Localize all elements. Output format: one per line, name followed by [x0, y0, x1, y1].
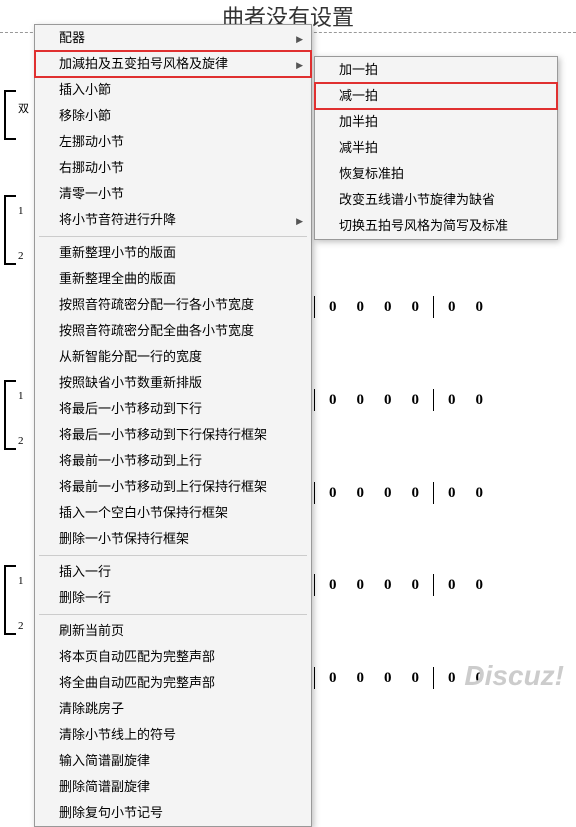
menu-item[interactable]: 刷新当前页: [35, 618, 311, 644]
menu-item[interactable]: 移除小節: [35, 103, 311, 129]
menu-separator: [39, 236, 307, 237]
rest-note: 0: [412, 392, 420, 409]
barline: [314, 296, 315, 318]
rest-note: 0: [448, 485, 456, 502]
left-label: 2: [18, 250, 24, 262]
watermark: Discuz!: [464, 660, 564, 692]
rest-note: 0: [329, 577, 337, 594]
rest-note: 0: [412, 577, 420, 594]
rest-note: 0: [384, 392, 392, 409]
bracket-shape: [4, 90, 16, 140]
rest-note: 0: [412, 485, 420, 502]
menu-item[interactable]: 将本页自动匹配为完整声部: [35, 644, 311, 670]
menu-item[interactable]: 删除简谱副旋律: [35, 774, 311, 800]
bracket-shape: [4, 195, 16, 265]
left-label: 双: [18, 100, 29, 116]
menu-item[interactable]: 加減拍及五变拍号风格及旋律: [35, 51, 311, 77]
submenu-item[interactable]: 改变五线谱小节旋律为缺省: [315, 187, 557, 213]
left-label: 1: [18, 205, 24, 217]
menu-item[interactable]: 输入简谱副旋律: [35, 748, 311, 774]
rest-note: 0: [476, 299, 484, 316]
left-label: 2: [18, 620, 24, 632]
menu-item[interactable]: 插入小節: [35, 77, 311, 103]
rest-note: 0: [448, 577, 456, 594]
barline: [433, 482, 434, 504]
rest-note: 0: [448, 299, 456, 316]
menu-separator: [39, 614, 307, 615]
menu-item[interactable]: 按照缺省小节数重新排版: [35, 370, 311, 396]
rest-note: 0: [357, 670, 365, 687]
rest-note: 0: [384, 577, 392, 594]
menu-item[interactable]: 将最后一小节移动到下行: [35, 396, 311, 422]
left-brackets: 双 1 2 1 2 1 2: [0, 60, 30, 702]
menu-item[interactable]: 将最前一小节移动到上行: [35, 448, 311, 474]
bracket-shape: [4, 380, 16, 450]
menu-item[interactable]: 清零一小节: [35, 181, 311, 207]
menu-item[interactable]: 清除小节线上的符号: [35, 722, 311, 748]
rest-note: 0: [384, 485, 392, 502]
left-label: 1: [18, 390, 24, 402]
rest-note: 0: [412, 299, 420, 316]
barline: [433, 389, 434, 411]
menu-item[interactable]: 清除跳房子: [35, 696, 311, 722]
menu-item[interactable]: 将小节音符进行升降: [35, 207, 311, 233]
menu-item[interactable]: 删除复句小节记号: [35, 800, 311, 826]
rest-note: 0: [476, 392, 484, 409]
rest-note: 0: [448, 670, 456, 687]
rest-note: 0: [384, 299, 392, 316]
left-label: 1: [18, 575, 24, 587]
menu-item[interactable]: 从新智能分配一行的宽度: [35, 344, 311, 370]
rest-note: 0: [384, 670, 392, 687]
menu-item[interactable]: 重新整理小节的版面: [35, 240, 311, 266]
menu-item[interactable]: 按照音符疏密分配一行各小节宽度: [35, 292, 311, 318]
menu-item[interactable]: 重新整理全曲的版面: [35, 266, 311, 292]
menu-item[interactable]: 插入一行: [35, 559, 311, 585]
menu-item[interactable]: 将最前一小节移动到上行保持行框架: [35, 474, 311, 500]
rest-note: 0: [329, 299, 337, 316]
menu-item[interactable]: 删除一行: [35, 585, 311, 611]
rest-note: 0: [357, 299, 365, 316]
menu-separator: [39, 555, 307, 556]
menu-item[interactable]: 配器: [35, 25, 311, 51]
submenu-item[interactable]: 加一拍: [315, 57, 557, 83]
menu-item[interactable]: 插入一个空白小节保持行框架: [35, 500, 311, 526]
rest-note: 0: [329, 392, 337, 409]
submenu-item[interactable]: 减一拍: [315, 83, 557, 109]
submenu-item[interactable]: 切换五拍号风格为简写及标准: [315, 213, 557, 239]
barline: [314, 389, 315, 411]
main-context-menu: 配器加減拍及五变拍号风格及旋律插入小節移除小節左挪动小节右挪动小节清零一小节将小…: [34, 24, 312, 827]
barline: [314, 667, 315, 689]
sub-context-menu: 加一拍减一拍加半拍减半拍恢复标准拍改变五线谱小节旋律为缺省切换五拍号风格为简写及…: [314, 56, 558, 240]
menu-item[interactable]: 将最后一小节移动到下行保持行框架: [35, 422, 311, 448]
barline: [433, 574, 434, 596]
submenu-item[interactable]: 减半拍: [315, 135, 557, 161]
rest-note: 0: [476, 485, 484, 502]
menu-item[interactable]: 右挪动小节: [35, 155, 311, 181]
rest-note: 0: [329, 485, 337, 502]
menu-item[interactable]: 左挪动小节: [35, 129, 311, 155]
rest-note: 0: [448, 392, 456, 409]
menu-item[interactable]: 将全曲自动匹配为完整声部: [35, 670, 311, 696]
submenu-item[interactable]: 恢复标准拍: [315, 161, 557, 187]
barline: [433, 667, 434, 689]
rest-note: 0: [329, 670, 337, 687]
rest-note: 0: [412, 670, 420, 687]
rest-note: 0: [476, 577, 484, 594]
barline: [314, 574, 315, 596]
barline: [433, 296, 434, 318]
menu-item[interactable]: 按照音符疏密分配全曲各小节宽度: [35, 318, 311, 344]
menu-item[interactable]: 删除一小节保持行框架: [35, 526, 311, 552]
barline: [314, 482, 315, 504]
rest-note: 0: [357, 485, 365, 502]
submenu-item[interactable]: 加半拍: [315, 109, 557, 135]
rest-note: 0: [357, 577, 365, 594]
bracket-shape: [4, 565, 16, 635]
left-label: 2: [18, 435, 24, 447]
rest-note: 0: [357, 392, 365, 409]
